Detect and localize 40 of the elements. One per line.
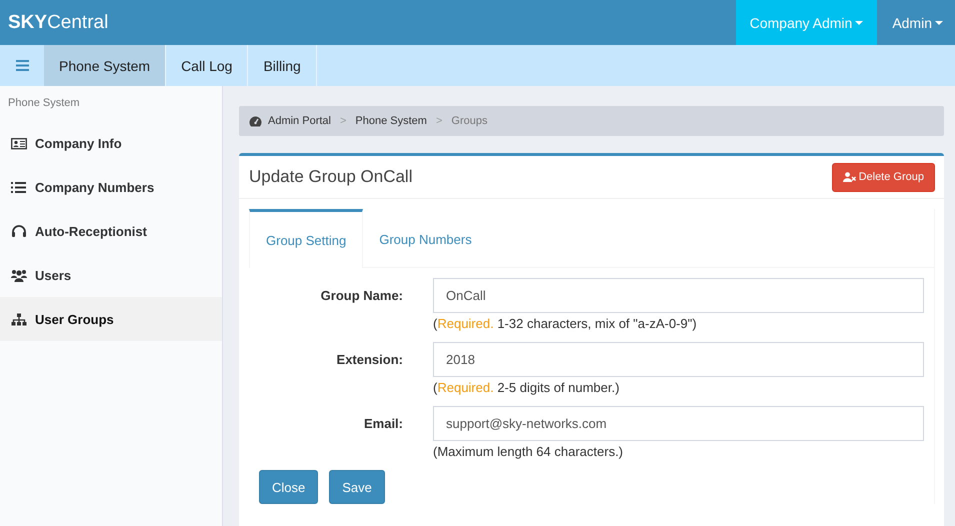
save-button[interactable]: Save xyxy=(329,470,385,504)
sidebar-item[interactable]: Company Info xyxy=(0,121,222,165)
form-tab[interactable]: Group Setting xyxy=(249,209,364,268)
list-icon xyxy=(11,180,27,194)
nav-tab[interactable]: Phone System xyxy=(44,45,166,86)
sidebar-item[interactable]: User Groups xyxy=(0,297,222,341)
id-card-icon xyxy=(11,136,27,150)
field-label: Extension: xyxy=(336,351,403,369)
form-tab[interactable]: Group Numbers xyxy=(363,209,488,267)
menu-icon xyxy=(16,60,28,71)
sidebar-item[interactable]: Auto-Receptionist xyxy=(0,209,222,253)
breadcrumb-separator: > xyxy=(436,115,442,127)
headset-icon xyxy=(11,224,27,238)
input-field[interactable]: support@sky-networks.com xyxy=(433,406,924,441)
sidebar-heading: Phone System xyxy=(7,96,81,111)
sidebar-item[interactable]: Company Numbers xyxy=(0,165,222,209)
card-title: Update Group OnCall xyxy=(249,167,412,187)
user-remove-icon xyxy=(842,172,856,182)
close-button[interactable]: Close xyxy=(259,470,318,504)
field-label: Group Name: xyxy=(320,287,403,305)
nav-tab[interactable]: Billing xyxy=(248,45,317,86)
dashboard-icon xyxy=(249,116,262,126)
breadcrumb-link[interactable]: Admin Portal xyxy=(268,115,331,127)
breadcrumb-current: Groups xyxy=(451,115,488,127)
caret-icon xyxy=(935,20,943,24)
brand-logo[interactable]: SKYCentral xyxy=(0,12,108,34)
field-label: Email: xyxy=(362,415,403,433)
input-field[interactable]: 2018 xyxy=(433,342,924,377)
account-menu[interactable]: Admin xyxy=(877,0,955,45)
help-text: (Maximum length 64 characters.) xyxy=(433,444,624,459)
help-text: (Required. 2-5 digits of number.) xyxy=(433,380,620,395)
delete-button[interactable]: Delete Group xyxy=(832,162,935,192)
breadcrumb-link[interactable]: Phone System xyxy=(355,115,427,127)
sitemap-icon xyxy=(11,312,27,326)
sidebar-item[interactable]: Users xyxy=(0,253,222,297)
users-icon xyxy=(11,268,27,282)
input-field[interactable]: OnCall xyxy=(433,278,924,313)
caret-icon xyxy=(855,20,864,24)
breadcrumb-separator: > xyxy=(340,115,346,127)
help-text: (Required. 1-32 characters, mix of "a-zA-0-9") xyxy=(433,316,698,331)
